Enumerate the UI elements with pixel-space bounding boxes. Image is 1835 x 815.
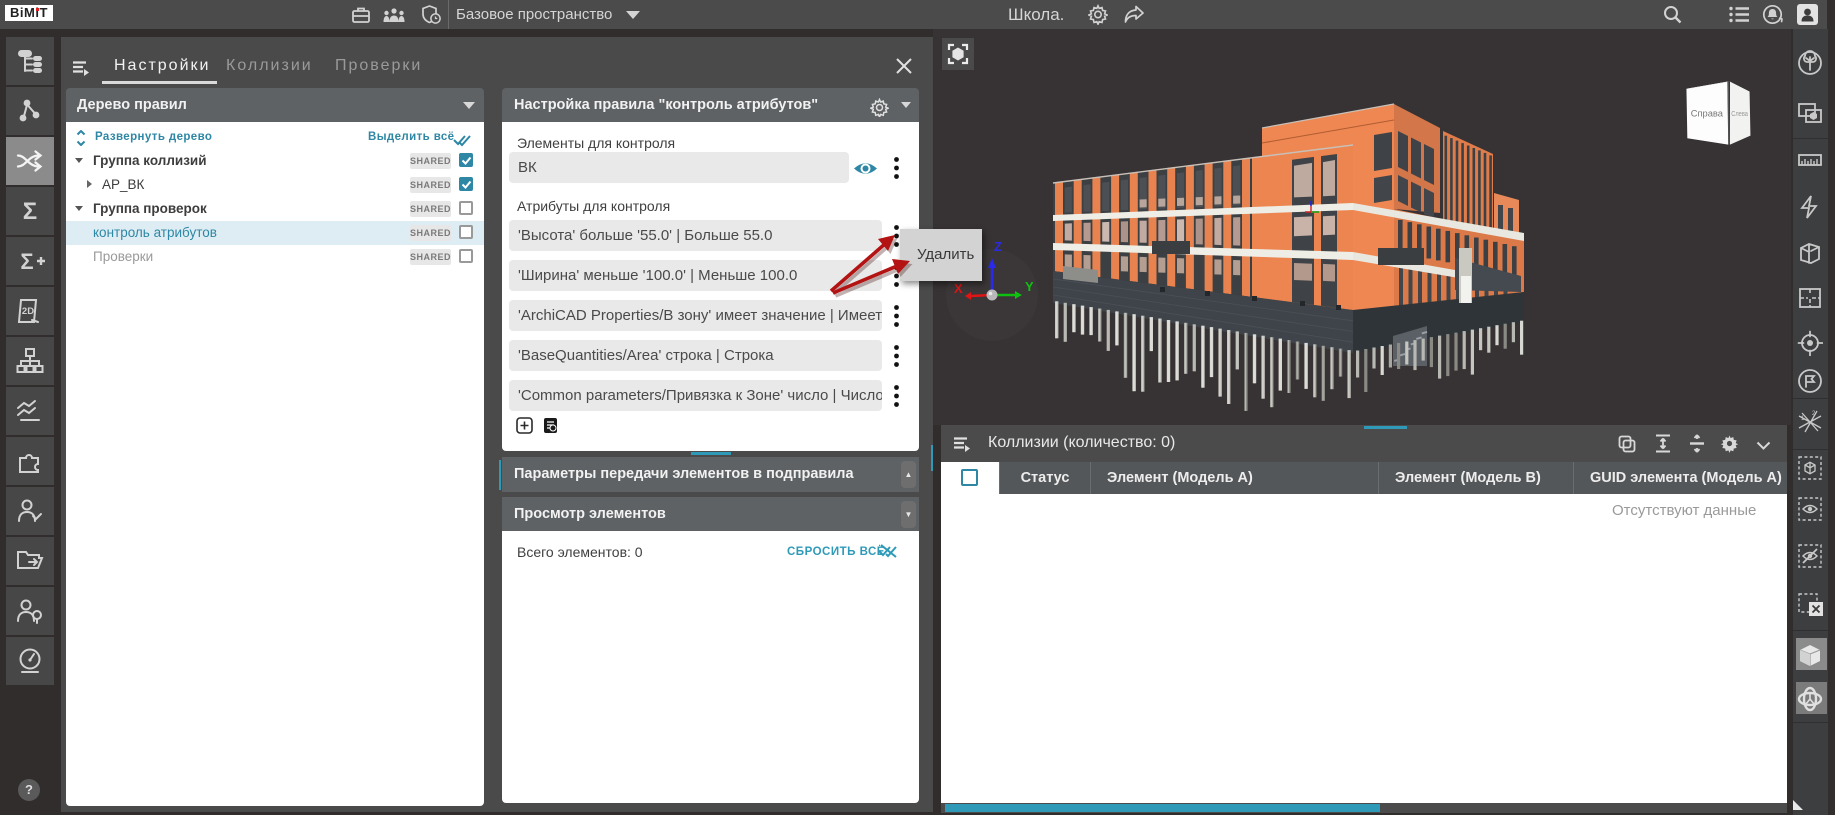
svg-text:Слева: Слева: [1731, 110, 1748, 118]
svg-text:Σ: Σ: [20, 249, 33, 274]
svg-text:Справа: Справа: [1691, 108, 1724, 119]
svg-text:2D: 2D: [22, 306, 34, 317]
svg-text:Σ: Σ: [23, 198, 37, 225]
